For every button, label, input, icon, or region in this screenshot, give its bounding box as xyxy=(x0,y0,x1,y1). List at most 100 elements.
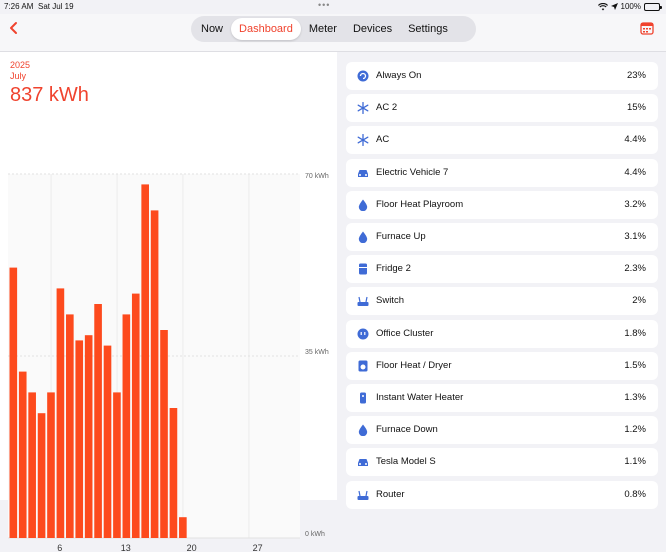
device-row[interactable]: AC 4.4% xyxy=(346,126,658,155)
drop-icon xyxy=(358,231,368,243)
device-name: Floor Heat Playroom xyxy=(376,198,464,210)
daily-usage-chart[interactable]: 6 13 20 27 0 kWh 35 kWh 70 kWh xyxy=(0,104,337,552)
top-navigation: Now Dashboard Meter Devices Settings xyxy=(0,14,666,52)
wifi-icon xyxy=(597,2,608,10)
bar-day-1[interactable] xyxy=(9,267,18,538)
car-icon xyxy=(358,459,368,467)
device-row[interactable]: AC 2 15% xyxy=(346,94,658,123)
device-name: Furnace Down xyxy=(376,424,438,436)
status-right: 100% xyxy=(597,2,662,11)
segmented-control: Now Dashboard Meter Devices Settings xyxy=(191,16,476,42)
bar-day-10[interactable] xyxy=(94,304,102,538)
bar-day-7[interactable] xyxy=(66,314,74,538)
device-row[interactable]: Tesla Model S 1.1% xyxy=(346,448,658,477)
device-list: Always On 23% AC 2 15% AC 4.4% Electric Vehicl… xyxy=(340,52,666,509)
bar-day-17[interactable] xyxy=(160,330,168,538)
device-row[interactable]: Switch 2% xyxy=(346,287,658,316)
status-time: 7:26 AM xyxy=(4,2,34,11)
device-row[interactable]: Fridge 2 2.3% xyxy=(346,255,658,284)
device-percent: 1.3% xyxy=(624,392,646,403)
bar-day-14[interactable] xyxy=(131,293,140,538)
router-icon xyxy=(357,490,369,500)
device-percent: 1.5% xyxy=(624,359,646,371)
calendar-icon[interactable] xyxy=(640,21,654,35)
x-tick-label: 13 xyxy=(121,543,131,552)
tab-meter[interactable]: Meter xyxy=(301,18,345,40)
tab-dashboard[interactable]: Dashboard xyxy=(231,18,301,40)
device-percent: 1.1% xyxy=(624,456,646,468)
device-percent: 3.1% xyxy=(624,231,646,242)
battery-percent: 100% xyxy=(620,2,641,11)
device-name: Switch xyxy=(376,295,404,307)
bar-day-15[interactable] xyxy=(141,184,149,538)
bar-day-2[interactable] xyxy=(18,371,27,538)
tab-devices[interactable]: Devices xyxy=(345,18,400,40)
device-name: Office Cluster xyxy=(376,327,434,339)
car-icon xyxy=(358,169,368,177)
bar-day-19[interactable] xyxy=(179,517,187,538)
snowflake-icon xyxy=(357,102,369,115)
battery-icon xyxy=(644,2,662,11)
device-percent: 3.2% xyxy=(624,198,646,210)
device-row[interactable]: Always On 23% xyxy=(346,62,658,90)
usage-panel: 2025 July 837 kWh 6 13 20 27 0 kWh 35 kWh 70 k… xyxy=(0,52,337,552)
router-icon xyxy=(357,297,369,307)
y-tick-label: 35 kWh xyxy=(305,349,329,356)
bar-day-3[interactable] xyxy=(28,392,36,538)
device-percent: 4.4% xyxy=(624,134,646,146)
bar-day-6[interactable] xyxy=(56,288,65,538)
fridge-icon xyxy=(359,263,367,275)
bar-day-16[interactable] xyxy=(150,210,159,538)
drop-icon xyxy=(358,199,368,211)
y-tick-label: 0 kWh xyxy=(305,531,325,538)
tab-now[interactable]: Now xyxy=(193,18,231,40)
device-percent: 2.3% xyxy=(624,263,646,275)
device-name: Tesla Model S xyxy=(376,456,436,468)
device-row[interactable]: Floor Heat / Dryer 1.5% xyxy=(346,351,658,380)
device-percent: 2% xyxy=(632,295,646,307)
device-name: Fridge 2 xyxy=(376,263,411,275)
device-name: Electric Vehicle 7 xyxy=(376,166,449,178)
device-row[interactable]: Electric Vehicle 7 4.4% xyxy=(346,158,658,187)
bar-day-18[interactable] xyxy=(169,408,178,538)
device-name: Floor Heat / Dryer xyxy=(376,359,452,371)
tab-settings[interactable]: Settings xyxy=(400,18,456,40)
device-row[interactable]: Furnace Up 3.1% xyxy=(346,223,658,251)
device-name: Always On xyxy=(376,70,422,81)
summary-month: July xyxy=(10,71,27,81)
snowflake-icon xyxy=(357,134,369,147)
device-percent: 23% xyxy=(626,70,646,81)
device-row[interactable]: Office Cluster 1.8% xyxy=(346,319,658,348)
x-tick-label: 27 xyxy=(253,543,263,552)
device-row[interactable]: Furnace Down 1.2% xyxy=(346,416,658,445)
device-row[interactable]: Instant Water Heater 1.3% xyxy=(346,384,658,412)
bar-day-4[interactable] xyxy=(37,413,46,538)
back-chevron-icon[interactable] xyxy=(6,20,22,36)
y-tick-label: 70 kWh xyxy=(305,173,329,180)
status-bar: 7:26 AM Sat Jul 19 ••• 100% xyxy=(0,0,666,14)
water-heater-icon xyxy=(360,392,366,404)
device-percent: 1.2% xyxy=(624,424,646,436)
x-tick-label: 20 xyxy=(187,543,197,552)
device-name: AC 2 xyxy=(376,102,398,114)
bar-day-8[interactable] xyxy=(75,340,84,538)
device-row[interactable]: Router 0.8% xyxy=(346,480,658,509)
summary-year: 2025 xyxy=(10,60,31,70)
bar-day-5[interactable] xyxy=(47,392,55,538)
device-name: Router xyxy=(376,488,405,500)
device-name: AC xyxy=(376,134,390,146)
bar-day-13[interactable] xyxy=(122,314,131,538)
bar-day-9[interactable] xyxy=(84,335,93,538)
device-row[interactable]: Floor Heat Playroom 3.2% xyxy=(346,190,658,219)
dryer-icon xyxy=(358,360,368,372)
device-percent: 1.8% xyxy=(624,327,646,339)
bar-day-11[interactable] xyxy=(103,345,112,538)
device-percent: 15% xyxy=(626,102,646,114)
device-name: Furnace Up xyxy=(376,231,426,242)
device-name: Instant Water Heater xyxy=(376,392,464,403)
always-on-icon xyxy=(357,70,369,82)
bar-day-12[interactable] xyxy=(113,392,121,538)
multitask-dots[interactable]: ••• xyxy=(318,0,330,10)
outlet-icon xyxy=(357,328,369,340)
device-percent: 4.4% xyxy=(624,166,646,178)
